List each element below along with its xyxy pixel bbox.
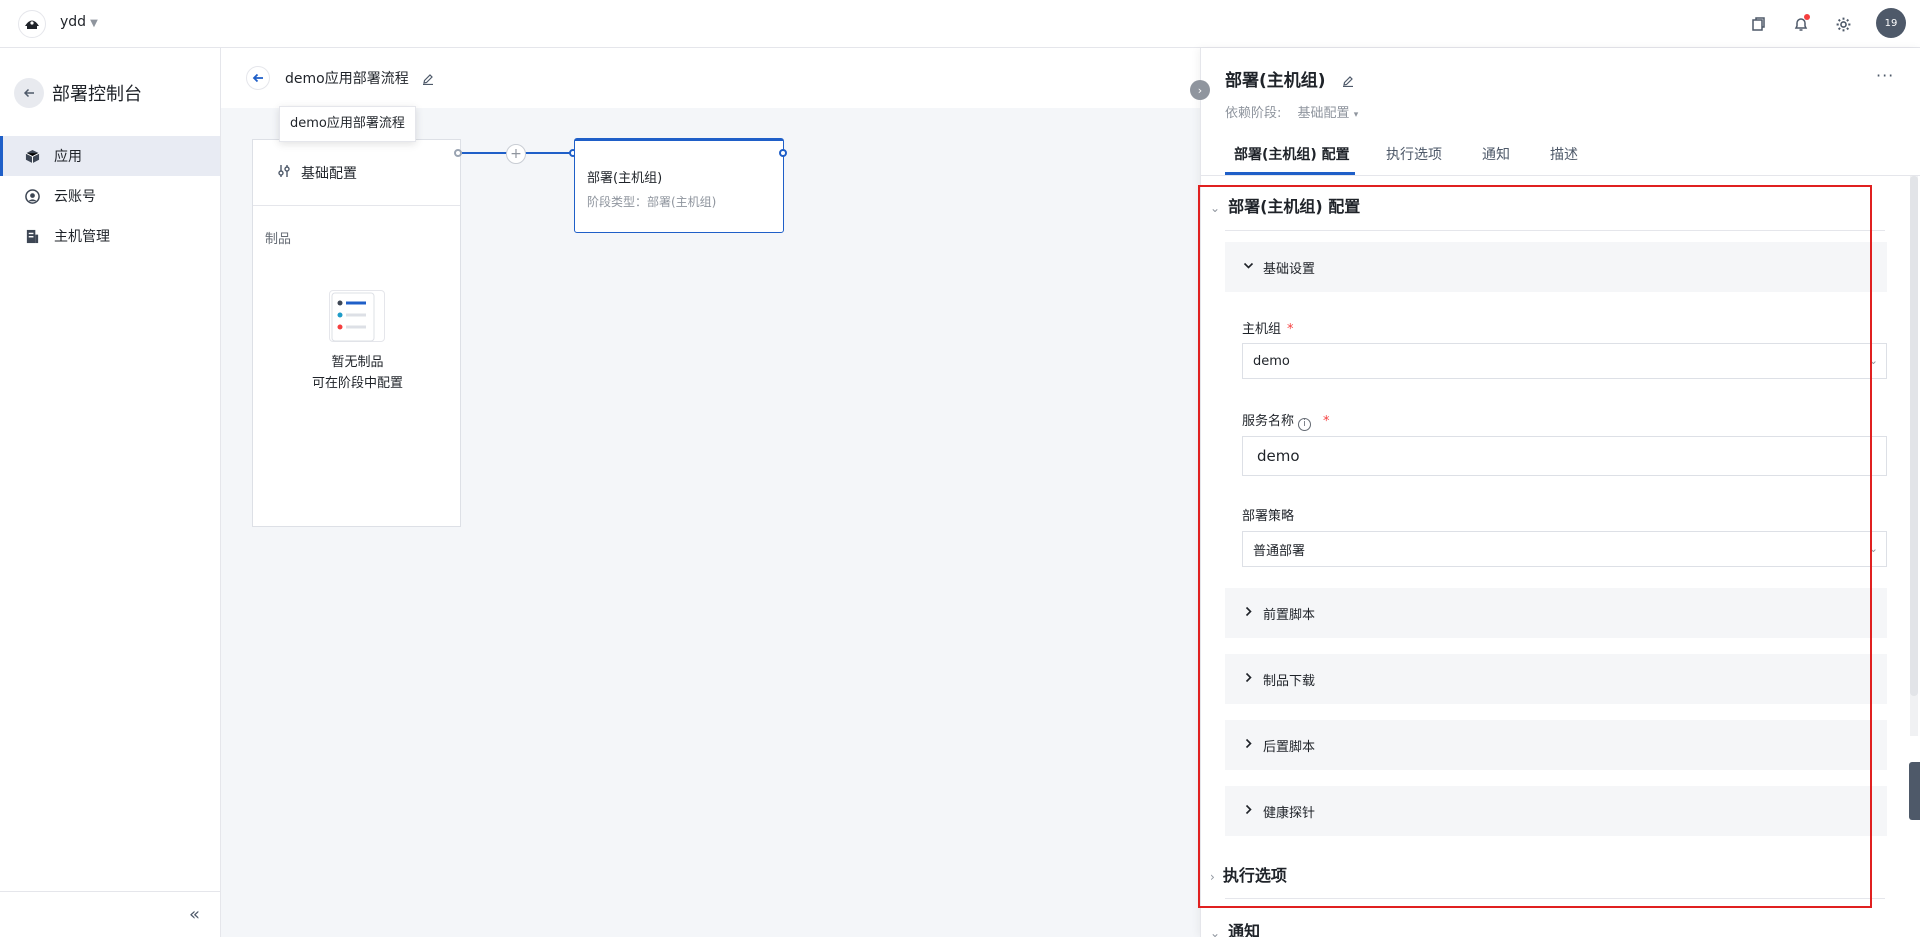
collapse-panel-icon[interactable]: ›	[1190, 80, 1210, 100]
chevron-right-icon	[1243, 672, 1257, 686]
more-options-icon[interactable]: ···	[1876, 66, 1894, 85]
back-arrow-icon[interactable]	[246, 66, 270, 90]
app-logo-icon[interactable]	[18, 10, 46, 38]
floating-widget-handle[interactable]	[1909, 762, 1920, 820]
chevron-down-icon: ⌄	[1868, 354, 1878, 367]
collapse-pre-script[interactable]: 前置脚本	[1225, 588, 1887, 638]
flow-title-text: demo应用部署流程	[285, 71, 409, 87]
chevron-down-icon: ▾	[1353, 110, 1359, 120]
stage-output-port[interactable]	[454, 149, 462, 157]
chevron-right-icon	[1243, 606, 1257, 620]
sidebar-item-cloud-account[interactable]: 云账号	[0, 176, 220, 216]
org-switcher[interactable]: ydd ▼	[60, 14, 98, 30]
sliders-icon	[277, 164, 291, 182]
sidebar-item-apps[interactable]: 应用	[0, 136, 220, 176]
edit-pencil-icon[interactable]	[1341, 74, 1355, 88]
chevron-down-icon: ⌄	[1210, 926, 1221, 937]
dependency-info: 依赖阶段: 基础配置 ▾	[1225, 102, 1358, 121]
deploy-strategy-label: 部署策略	[1242, 509, 1295, 524]
user-circle-icon	[24, 188, 40, 204]
back-arrow-icon[interactable]	[14, 78, 44, 108]
chevron-right-icon: ›	[1210, 870, 1215, 884]
info-icon[interactable]: i	[1298, 417, 1312, 431]
stage-type: 阶段类型：部署(主机组)	[587, 195, 717, 209]
sidebar-header: 部署控制台	[14, 78, 142, 108]
tab-notify[interactable]: 通知	[1482, 144, 1510, 164]
tab-exec-options[interactable]: 执行选项	[1386, 144, 1442, 164]
flow-title-tooltip: demo应用部署流程	[279, 106, 416, 142]
section-divider	[1225, 230, 1885, 231]
panel-tabs: 部署(主机组) 配置 执行选项 通知 描述	[1200, 132, 1920, 176]
sidebar-item-label: 主机管理	[54, 229, 110, 245]
sidebar-item-host-management[interactable]: 主机管理	[0, 216, 220, 256]
flow-title: demo应用部署流程	[285, 68, 435, 88]
required-mark: *	[1323, 414, 1330, 429]
dependency-select[interactable]: 基础配置 ▾	[1298, 106, 1359, 121]
server-icon	[24, 228, 40, 244]
host-group-label: 主机组 *	[1242, 322, 1294, 337]
notification-dot	[1804, 14, 1810, 20]
sidebar-footer: «	[0, 891, 220, 937]
sidebar: 部署控制台 应用 云账号 主机管理 «	[0, 48, 221, 937]
panel-scrollbar-thumb[interactable]	[1910, 176, 1918, 696]
section-stage-config[interactable]: ⌄ 部署(主机组) 配置	[1210, 193, 1360, 217]
sidebar-item-label: 云账号	[54, 189, 96, 205]
deploy-strategy-select[interactable]: 普通部署 ⌄	[1242, 531, 1887, 567]
required-mark: *	[1287, 322, 1294, 337]
chevron-right-icon	[1243, 804, 1257, 818]
sidebar-title: 部署控制台	[52, 84, 142, 105]
section-divider	[1225, 898, 1885, 899]
chevron-down-icon: ⌄	[1868, 542, 1878, 555]
dependency-label: 依赖阶段:	[1225, 106, 1282, 121]
tab-description[interactable]: 描述	[1550, 144, 1578, 164]
empty-line-1: 暂无制品	[331, 355, 384, 370]
tab-stage-config[interactable]: 部署(主机组) 配置	[1234, 144, 1350, 164]
host-group-select[interactable]: demo ⌄	[1242, 343, 1887, 379]
add-stage-button[interactable]: +	[506, 144, 526, 164]
collapse-post-script[interactable]: 后置脚本	[1225, 720, 1887, 770]
stage-output-port[interactable]	[779, 149, 787, 157]
bell-icon[interactable]	[1791, 14, 1811, 34]
active-tab-indicator	[1225, 172, 1355, 175]
panel-title: 部署(主机组)	[1225, 66, 1355, 91]
chevron-down-icon: ⌄	[1210, 201, 1221, 215]
section-notify[interactable]: ⌄ 通知	[1210, 918, 1260, 937]
empty-artifact-message: 暂无制品 可在阶段中配置	[253, 352, 462, 394]
stage-card-basic-config[interactable]: 基础配置 制品 暂无制品 可在阶段中配置	[252, 139, 461, 527]
copy-icon[interactable]	[1748, 14, 1768, 34]
collapse-health-probe[interactable]: 健康探针	[1225, 786, 1887, 836]
edit-pencil-icon[interactable]	[421, 72, 435, 86]
chevron-right-icon	[1243, 738, 1257, 752]
section-exec-options[interactable]: › 执行选项	[1210, 862, 1287, 886]
artifact-section-label: 制品	[265, 232, 292, 247]
stage-card-header: 基础配置	[253, 140, 460, 206]
empty-artifact-illustration-icon	[329, 290, 385, 342]
service-name-label: 服务名称 i *	[1242, 414, 1330, 431]
cube-icon	[24, 148, 40, 164]
stage-card-deploy-hostgroup[interactable]: 部署(主机组) 阶段类型：部署(主机组)	[574, 138, 784, 233]
collapse-sidebar-icon[interactable]: «	[189, 904, 200, 925]
collapse-basic-settings[interactable]: 基础设置	[1225, 242, 1887, 292]
panel-title-text: 部署(主机组)	[1225, 71, 1326, 91]
chevron-down-icon: ▼	[90, 18, 98, 29]
sidebar-item-label: 应用	[54, 149, 82, 165]
user-avatar[interactable]: 19	[1876, 8, 1906, 38]
service-name-input[interactable]: demo	[1242, 436, 1887, 476]
stage-title: 部署(主机组)	[587, 171, 663, 186]
collapse-artifact-download[interactable]: 制品下载	[1225, 654, 1887, 704]
chevron-down-icon	[1243, 260, 1257, 274]
stage-title: 基础配置	[301, 165, 357, 182]
gear-icon[interactable]	[1833, 14, 1853, 34]
empty-line-2: 可在阶段中配置	[311, 376, 403, 391]
top-bar: ydd ▼ 19	[0, 0, 1920, 48]
org-name: ydd	[60, 14, 87, 30]
